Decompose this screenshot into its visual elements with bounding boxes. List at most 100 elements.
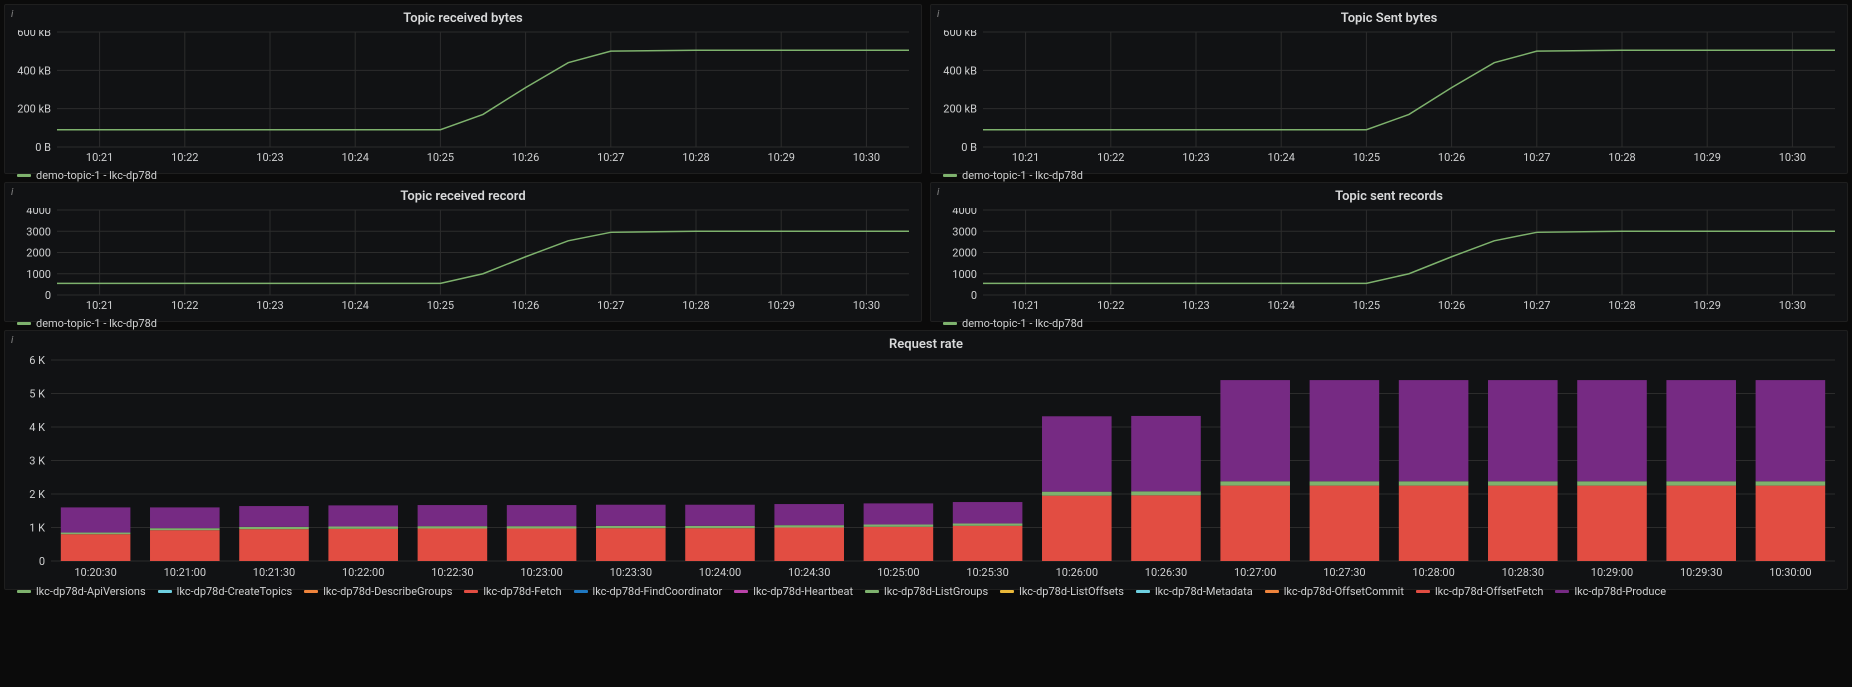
plot-area[interactable]: 0100020003000400010:2110:2210:2310:2410:… xyxy=(11,208,915,313)
legend-swatch xyxy=(865,590,879,593)
svg-text:10:26: 10:26 xyxy=(1438,151,1465,164)
legend-label: demo-topic-1 - lkc-dp78d xyxy=(962,169,1083,182)
legend-swatch xyxy=(574,590,588,593)
legend-item[interactable]: lkc-dp78d-FindCoordinator xyxy=(574,585,723,598)
svg-text:10:27: 10:27 xyxy=(1523,299,1550,312)
svg-text:10:28:00: 10:28:00 xyxy=(1412,566,1454,579)
legend-item[interactable]: lkc-dp78d-OffsetCommit xyxy=(1265,585,1404,598)
svg-text:10:22: 10:22 xyxy=(171,151,198,164)
legend-swatch xyxy=(17,322,31,325)
svg-text:4 K: 4 K xyxy=(29,421,45,434)
svg-text:0: 0 xyxy=(971,289,977,302)
legend-label: lkc-dp78d-DescribeGroups xyxy=(323,585,452,598)
plot-area[interactable]: 01 K2 K3 K4 K5 K6 K10:20:3010:21:0010:21… xyxy=(11,356,1841,581)
legend-label: demo-topic-1 - lkc-dp78d xyxy=(962,317,1083,330)
svg-text:400 kB: 400 kB xyxy=(943,64,977,77)
svg-text:1000: 1000 xyxy=(952,268,977,281)
legend-swatch xyxy=(464,590,478,593)
legend-label: demo-topic-1 - lkc-dp78d xyxy=(36,169,157,182)
svg-text:10:24:00: 10:24:00 xyxy=(699,566,741,579)
legend-item[interactable]: lkc-dp78d-Metadata xyxy=(1136,585,1253,598)
legend-label: lkc-dp78d-CreateTopics xyxy=(177,585,293,598)
row-3: i Request rate 01 K2 K3 K4 K5 K6 K10:20:… xyxy=(4,330,1848,590)
legend-label: lkc-dp78d-Fetch xyxy=(483,585,561,598)
legend-item[interactable]: lkc-dp78d-ApiVersions xyxy=(17,585,146,598)
svg-text:10:22:00: 10:22:00 xyxy=(342,566,384,579)
svg-text:2000: 2000 xyxy=(952,247,977,260)
svg-text:10:21:00: 10:21:00 xyxy=(164,566,206,579)
svg-text:10:27:00: 10:27:00 xyxy=(1234,566,1276,579)
svg-text:10:23:00: 10:23:00 xyxy=(520,566,562,579)
svg-text:10:30: 10:30 xyxy=(1779,151,1806,164)
svg-text:1 K: 1 K xyxy=(29,522,45,535)
svg-text:10:26:00: 10:26:00 xyxy=(1056,566,1098,579)
panel-title: Request rate xyxy=(11,335,1841,356)
panel-title: Topic sent records xyxy=(937,187,1841,208)
legend-swatch xyxy=(1000,590,1014,593)
legend-swatch xyxy=(304,590,318,593)
legend-swatch xyxy=(17,590,31,593)
svg-text:3000: 3000 xyxy=(952,225,977,238)
legend-item[interactable]: lkc-dp78d-Produce xyxy=(1555,585,1666,598)
svg-text:10:29: 10:29 xyxy=(1693,299,1720,312)
svg-text:10:29: 10:29 xyxy=(767,151,794,164)
legend-item[interactable]: lkc-dp78d-OffsetFetch xyxy=(1416,585,1543,598)
plot-area[interactable]: 0 B200 kB400 kB600 kB10:2110:2210:2310:2… xyxy=(937,30,1841,165)
legend-label: lkc-dp78d-OffsetFetch xyxy=(1435,585,1543,598)
svg-text:10:25: 10:25 xyxy=(1353,151,1380,164)
plot-area[interactable]: 0 B200 kB400 kB600 kB10:2110:2210:2310:2… xyxy=(11,30,915,165)
svg-text:10:27:30: 10:27:30 xyxy=(1323,566,1365,579)
legend-item[interactable]: lkc-dp78d-ListGroups xyxy=(865,585,988,598)
legend-label: lkc-dp78d-Produce xyxy=(1574,585,1666,598)
svg-text:10:25: 10:25 xyxy=(1353,299,1380,312)
svg-text:0 B: 0 B xyxy=(961,141,977,154)
svg-text:200 kB: 200 kB xyxy=(943,103,977,116)
legend-swatch xyxy=(734,590,748,593)
panel-sent-bytes[interactable]: i Topic Sent bytes 0 B200 kB400 kB600 kB… xyxy=(930,4,1848,174)
legend-swatch xyxy=(943,174,957,177)
legend-label: lkc-dp78d-ListOffsets xyxy=(1019,585,1124,598)
svg-text:10:28: 10:28 xyxy=(1608,151,1635,164)
legend-swatch xyxy=(1136,590,1150,593)
svg-text:10:22:30: 10:22:30 xyxy=(431,566,473,579)
panel-recv-bytes[interactable]: i Topic received bytes 0 B200 kB400 kB60… xyxy=(4,4,922,174)
legend-item[interactable]: lkc-dp78d-Heartbeat xyxy=(734,585,853,598)
svg-text:10:25: 10:25 xyxy=(427,151,454,164)
svg-text:10:24: 10:24 xyxy=(1267,299,1294,312)
svg-text:6 K: 6 K xyxy=(29,356,45,367)
legend-item[interactable]: lkc-dp78d-DescribeGroups xyxy=(304,585,452,598)
svg-text:0 B: 0 B xyxy=(35,141,51,154)
info-icon[interactable]: i xyxy=(937,9,939,20)
info-icon[interactable]: i xyxy=(11,187,13,198)
legend-item[interactable]: demo-topic-1 - lkc-dp78d xyxy=(17,169,157,182)
legend-item[interactable]: demo-topic-1 - lkc-dp78d xyxy=(943,317,1083,330)
panel-recv-record[interactable]: i Topic received record 0100020003000400… xyxy=(4,182,922,322)
svg-text:10:26:30: 10:26:30 xyxy=(1145,566,1187,579)
legend-item[interactable]: lkc-dp78d-Fetch xyxy=(464,585,561,598)
legend-item[interactable]: demo-topic-1 - lkc-dp78d xyxy=(17,317,157,330)
panel-request-rate[interactable]: i Request rate 01 K2 K3 K4 K5 K6 K10:20:… xyxy=(4,330,1848,590)
info-icon[interactable]: i xyxy=(11,335,13,346)
svg-text:10:27: 10:27 xyxy=(597,151,624,164)
legend-item[interactable]: lkc-dp78d-CreateTopics xyxy=(158,585,293,598)
svg-text:10:24: 10:24 xyxy=(341,299,368,312)
svg-text:2000: 2000 xyxy=(26,247,51,260)
info-icon[interactable]: i xyxy=(937,187,939,198)
info-icon[interactable]: i xyxy=(11,9,13,20)
svg-text:10:24: 10:24 xyxy=(341,151,368,164)
legend-item[interactable]: demo-topic-1 - lkc-dp78d xyxy=(943,169,1083,182)
dashboard: i Topic received bytes 0 B200 kB400 kB60… xyxy=(0,0,1852,594)
svg-text:10:29:30: 10:29:30 xyxy=(1680,566,1722,579)
svg-text:10:23: 10:23 xyxy=(1182,151,1209,164)
plot-area[interactable]: 0100020003000400010:2110:2210:2310:2410:… xyxy=(937,208,1841,313)
svg-text:10:29: 10:29 xyxy=(767,299,794,312)
panel-title: Topic received bytes xyxy=(11,9,915,30)
svg-text:10:25:30: 10:25:30 xyxy=(966,566,1008,579)
legend-label: lkc-dp78d-ListGroups xyxy=(884,585,988,598)
svg-text:10:28:30: 10:28:30 xyxy=(1502,566,1544,579)
svg-text:10:21: 10:21 xyxy=(86,151,113,164)
svg-text:3000: 3000 xyxy=(26,225,51,238)
panel-sent-records[interactable]: i Topic sent records 0100020003000400010… xyxy=(930,182,1848,322)
svg-text:2 K: 2 K xyxy=(29,488,45,501)
legend-item[interactable]: lkc-dp78d-ListOffsets xyxy=(1000,585,1124,598)
